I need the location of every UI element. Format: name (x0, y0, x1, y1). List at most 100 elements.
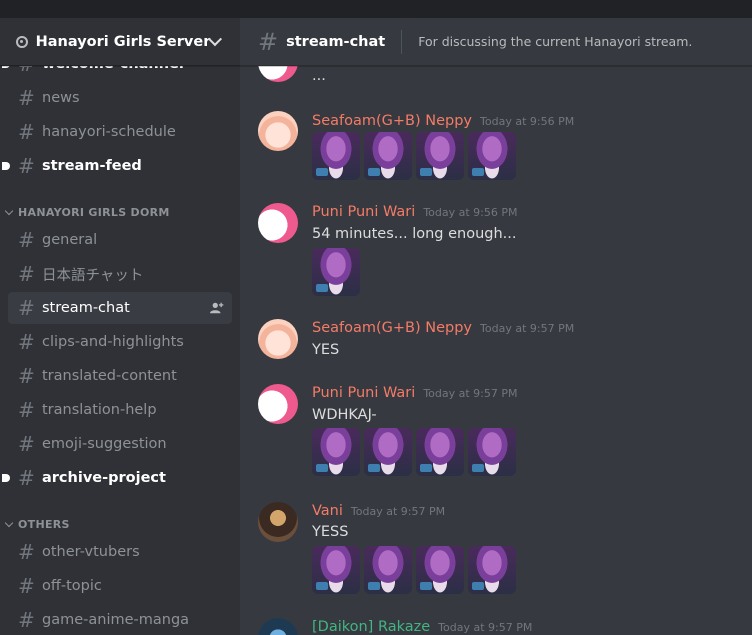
channel-archive-project[interactable]: # archive-project (2, 462, 232, 494)
chevron-down-icon (4, 206, 14, 215)
message-text: WDHKAJ- (312, 407, 377, 423)
author-name[interactable]: Vani (312, 503, 343, 519)
window-top-strip (0, 0, 752, 18)
emoji-row (312, 428, 516, 476)
emote-icon[interactable] (468, 546, 516, 594)
message-header: Seafoam(G+B) Neppy Today at 9:57 PM (312, 320, 574, 336)
message-text: ... (312, 68, 326, 84)
avatar[interactable] (258, 502, 298, 542)
channel-label: emoji-suggestion (42, 436, 167, 452)
emote-icon[interactable] (364, 132, 412, 180)
channel-clips-and-highlights[interactable]: # clips-and-highlights (8, 326, 232, 358)
emote-icon[interactable] (416, 428, 464, 476)
hash-icon: # (18, 296, 35, 320)
channel-off-topic[interactable]: # off-topic (8, 570, 232, 602)
channel-header: # stream-chat For discussing the current… (240, 18, 752, 66)
channel-general[interactable]: # general (8, 224, 232, 256)
category-label: OTHERS (18, 517, 70, 531)
avatar[interactable] (258, 384, 298, 424)
channel-label: stream-chat (42, 300, 130, 316)
avatar[interactable] (258, 111, 298, 151)
hash-icon: # (18, 608, 35, 632)
emote-icon[interactable] (416, 546, 464, 594)
emote-icon[interactable] (364, 546, 412, 594)
hash-icon: # (18, 228, 35, 252)
add-member-icon[interactable] (210, 301, 224, 315)
hash-icon: # (18, 120, 35, 144)
avatar[interactable] (258, 618, 298, 635)
avatar[interactable] (258, 203, 298, 243)
emote-icon[interactable] (312, 248, 360, 296)
emoji-row (312, 546, 516, 594)
emote-icon[interactable] (416, 132, 464, 180)
emoji-row (312, 248, 360, 296)
channel-japanese-chat[interactable]: # 日本語チャット (8, 258, 232, 290)
channel-other-vtubers[interactable]: # other-vtubers (8, 536, 232, 568)
author-name[interactable]: Puni Puni Wari (312, 204, 415, 220)
channel-title: stream-chat (286, 33, 386, 50)
channel-translated-content[interactable]: # translated-content (8, 360, 232, 392)
category-hanayori-girls-dorm[interactable]: HANAYORI GIRLS DORM (4, 202, 170, 222)
author-name[interactable]: Seafoam(G+B) Neppy (312, 113, 472, 129)
channel-label: translated-content (42, 368, 177, 384)
channel-topic[interactable]: For discussing the current Hanayori stre… (418, 34, 692, 49)
message-text: YES (312, 342, 340, 358)
emote-icon[interactable] (312, 132, 360, 180)
chat-area: ... Seafoam(G+B) Neppy Today at 9:56 PM … (240, 18, 752, 635)
channel-label: general (42, 232, 98, 248)
server-header[interactable]: Hanayori Girls Server (0, 18, 240, 66)
hash-icon: # (18, 540, 35, 564)
timestamp: Today at 9:56 PM (480, 115, 575, 128)
category-others[interactable]: OTHERS (4, 514, 70, 534)
hash-icon: # (18, 330, 35, 354)
channel-label: game-anime-manga (42, 612, 190, 628)
channel-label: hanayori-schedule (42, 124, 176, 140)
hash-icon: # (18, 86, 35, 110)
category-label: HANAYORI GIRLS DORM (18, 205, 170, 219)
hash-icon: # (18, 364, 35, 388)
channel-translation-help[interactable]: # translation-help (8, 394, 232, 426)
message-header: Seafoam(G+B) Neppy Today at 9:56 PM (312, 113, 574, 129)
chevron-down-icon (4, 518, 14, 527)
channel-game-anime-manga[interactable]: # game-anime-manga (8, 604, 232, 635)
unread-indicator (2, 474, 10, 482)
message-header: Vani Today at 9:57 PM (312, 503, 445, 519)
avatar[interactable] (258, 319, 298, 359)
emote-icon[interactable] (468, 428, 516, 476)
timestamp: Today at 9:56 PM (423, 206, 518, 219)
timestamp: Today at 9:57 PM (423, 387, 518, 400)
message-header: [Daikon] Rakaze Today at 9:57 PM (312, 619, 532, 635)
emote-icon[interactable] (312, 428, 360, 476)
hash-icon: # (18, 154, 35, 178)
channel-label: off-topic (42, 578, 102, 594)
author-name[interactable]: [Daikon] Rakaze (312, 619, 430, 635)
channel-stream-feed[interactable]: # stream-feed (2, 150, 232, 182)
hash-icon: # (18, 574, 35, 598)
message-text: YESS (312, 524, 349, 540)
channel-stream-chat[interactable]: # stream-chat (8, 292, 232, 324)
channel-news[interactable]: # news (8, 82, 232, 114)
header-divider (401, 29, 403, 54)
channel-sidebar: # welcome-channel # news # hanayori-sche… (0, 18, 240, 635)
channel-label: translation-help (42, 402, 157, 418)
author-name[interactable]: Seafoam(G+B) Neppy (312, 320, 472, 336)
hash-icon: # (18, 398, 35, 422)
channel-label: archive-project (42, 470, 166, 486)
channel-label: news (42, 90, 80, 106)
emote-icon[interactable] (468, 132, 516, 180)
author-name[interactable]: Puni Puni Wari (312, 385, 415, 401)
hash-icon: # (18, 432, 35, 456)
timestamp: Today at 9:57 PM (350, 505, 446, 518)
timestamp: Today at 9:57 PM (438, 621, 533, 634)
message-text: 54 minutes... long enough... (312, 226, 517, 242)
unread-indicator (2, 162, 10, 170)
emote-icon[interactable] (312, 546, 360, 594)
message-header: Puni Puni Wari Today at 9:57 PM (312, 385, 518, 401)
server-name: Hanayori Girls Server (35, 33, 211, 50)
channel-hanayori-schedule[interactable]: # hanayori-schedule (8, 116, 232, 148)
channel-emoji-suggestion[interactable]: # emoji-suggestion (8, 428, 232, 460)
channel-label: stream-feed (42, 158, 142, 174)
channel-label: 日本語チャット (42, 267, 144, 284)
channel-label: other-vtubers (42, 544, 140, 560)
emote-icon[interactable] (364, 428, 412, 476)
